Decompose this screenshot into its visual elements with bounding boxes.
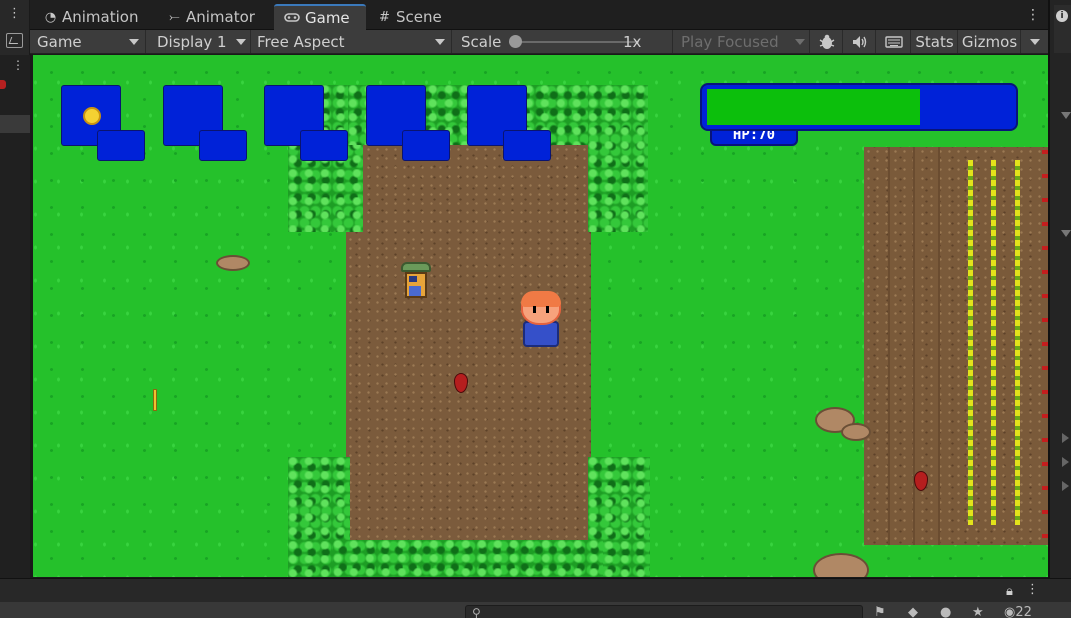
scale-slider-track[interactable]	[509, 41, 639, 43]
tab-label: Scene	[396, 8, 442, 26]
warning-icon[interactable]: ●	[940, 605, 951, 618]
collapse-arrow-icon[interactable]	[1061, 112, 1071, 119]
debug-button[interactable]	[811, 30, 843, 53]
lock-icon[interactable]: 🔒︎	[1006, 584, 1013, 599]
animator-icon: ⤚	[169, 9, 180, 25]
chevron-down-icon	[129, 38, 139, 45]
tab-label: Animation	[62, 8, 139, 26]
inventory-slot-count	[503, 130, 551, 161]
hp-bar-fill	[707, 89, 920, 125]
aspect-dropdown[interactable]: Free Aspect	[252, 30, 452, 53]
stick-pickup	[153, 389, 157, 411]
player-eye	[533, 306, 536, 313]
display-mode-dropdown[interactable]: Game	[30, 30, 146, 53]
gizmos-dropdown[interactable]	[1022, 30, 1048, 53]
inventory-slot-count	[402, 130, 450, 161]
crop-row	[991, 160, 996, 525]
display-dropdown[interactable]: Display 1	[147, 30, 251, 53]
inventory-slot-count	[199, 130, 247, 161]
stats-button[interactable]: Stats	[912, 30, 958, 53]
panel-kebab-icon[interactable]: ⋮	[1026, 582, 1039, 597]
clock-icon: ◔	[44, 9, 57, 25]
npc-shirt	[409, 286, 421, 296]
label-icon[interactable]: ◆	[908, 605, 918, 618]
favorite-star-icon[interactable]: ★	[972, 605, 984, 618]
tab-label: Game	[305, 9, 350, 27]
hierarchy-kebab-icon[interactable]: ⋮	[12, 58, 24, 72]
bug-icon	[819, 34, 834, 49]
expand-arrow-icon[interactable]	[1062, 457, 1069, 467]
project-panel-toolbar: ⚲ ⚑ ◆ ● ★ ◉22	[0, 602, 1071, 618]
game-viewport[interactable]: HP:70	[33, 55, 1048, 577]
tab-animator[interactable]: ⤚ Animator	[158, 4, 265, 30]
resolution-button[interactable]	[877, 30, 911, 53]
bush-bottom	[333, 540, 603, 577]
gizmos-label: Gizmos	[961, 32, 1018, 51]
player-hair	[521, 291, 561, 307]
display-mode-label: Game	[37, 32, 82, 51]
bush-top-right	[588, 85, 648, 232]
speaker-icon	[852, 35, 866, 48]
rock	[216, 255, 250, 271]
gizmos-button[interactable]: Gizmos	[959, 30, 1021, 53]
filter-type-icon[interactable]: ⚑	[874, 605, 886, 618]
keyboard-icon	[884, 35, 903, 48]
player-eye	[546, 306, 549, 313]
left-panel-strip: ⋮ ⋮	[0, 0, 30, 578]
crop-row	[1015, 160, 1020, 525]
play-mode-dropdown[interactable]: Play Focused	[674, 30, 810, 53]
npc-character	[401, 262, 431, 298]
tab-game[interactable]: Game	[274, 4, 366, 30]
maximize-icon[interactable]	[6, 33, 23, 48]
scale-control: Scale 1x	[453, 30, 673, 53]
aspect-label: Free Aspect	[257, 32, 345, 51]
chevron-down-icon	[795, 38, 805, 45]
game-toolbar: Game Display 1 Free Aspect Scale 1x Play…	[30, 30, 1048, 54]
project-panel-header: 🔒︎ ⋮	[0, 578, 1071, 602]
display-label: Display 1	[157, 32, 227, 51]
inspector-panel-edge: i	[1048, 0, 1071, 578]
expand-arrow-icon[interactable]	[1062, 433, 1069, 443]
chevron-down-icon	[435, 38, 445, 45]
chevron-down-icon	[1030, 38, 1040, 45]
rock	[841, 423, 871, 441]
expand-arrow-icon[interactable]	[1062, 481, 1069, 491]
stats-label: Stats	[915, 32, 954, 51]
furrow	[938, 147, 940, 545]
scale-value: 1x	[623, 33, 642, 51]
inventory-slot-count	[300, 130, 348, 161]
grid-icon: #	[379, 9, 390, 25]
chevron-down-icon	[236, 38, 246, 45]
tab-animation[interactable]: ◔ Animation	[34, 4, 148, 30]
hidden-eye-icon[interactable]: ◉22	[1004, 605, 1032, 618]
play-mode-label: Play Focused	[681, 32, 779, 51]
selected-row[interactable]	[0, 115, 30, 133]
scale-slider-knob[interactable]	[509, 35, 522, 48]
editor-tab-bar: ◔ Animation ⤚ Animator Game # Scene ⋮	[30, 0, 1048, 30]
inventory-slot-count	[97, 130, 145, 161]
mute-audio-button[interactable]	[844, 30, 876, 53]
crop-row	[968, 160, 973, 525]
npc-eye	[409, 276, 417, 282]
tab-scene[interactable]: # Scene	[368, 4, 452, 30]
scene-object-icon	[0, 80, 6, 89]
hidden-count: 22	[1015, 605, 1032, 618]
project-search-input[interactable]: ⚲	[465, 605, 863, 618]
info-icon[interactable]: i	[1056, 10, 1068, 22]
player-character	[520, 291, 562, 351]
furrow	[888, 147, 890, 545]
tab-label: Animator	[186, 8, 255, 26]
scale-label: Scale	[461, 33, 502, 51]
farm-field	[864, 147, 1048, 545]
tab-kebab-icon[interactable]: ⋮	[1026, 7, 1040, 23]
coin-icon	[83, 107, 101, 125]
npc-hat	[401, 262, 431, 272]
hp-bar	[700, 83, 1018, 131]
hierarchy-panel-edge	[0, 55, 30, 578]
kebab-menu-icon[interactable]: ⋮	[8, 7, 21, 20]
collapse-arrow-icon[interactable]	[1061, 230, 1071, 237]
gamepad-icon	[284, 12, 300, 25]
